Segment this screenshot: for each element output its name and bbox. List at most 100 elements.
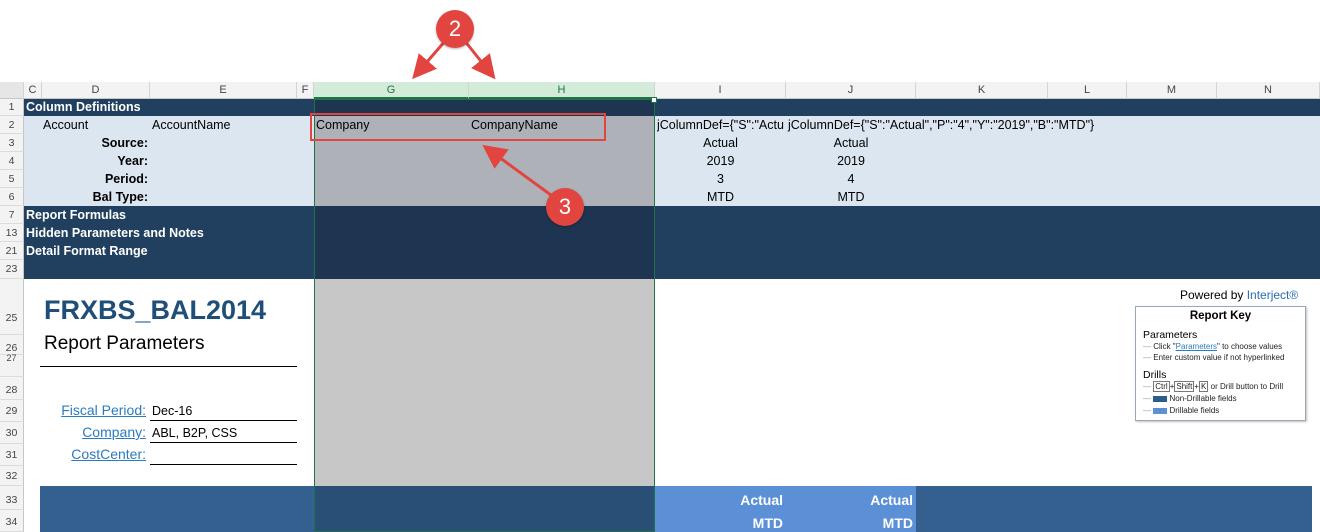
column-header-h[interactable]: H — [469, 82, 655, 99]
row-header[interactable]: 2 — [0, 116, 24, 134]
column-header-f[interactable]: F — [297, 82, 314, 99]
parameters-link[interactable]: Parameters — [1176, 342, 1217, 351]
row-header[interactable]: 26 — [0, 335, 24, 355]
row-header[interactable]: 31 — [0, 444, 24, 466]
highlight-rectangle — [310, 113, 606, 141]
row-header[interactable]: 1 — [0, 99, 24, 116]
hidden-columns-gray — [314, 279, 655, 486]
line1-prefix: Click " — [1153, 342, 1176, 351]
registered-mark: ® — [1289, 288, 1299, 302]
row-header[interactable]: 30 — [0, 422, 24, 444]
powered-by: Powered by Interject® — [1180, 288, 1298, 302]
row-header[interactable]: 32 — [0, 466, 24, 486]
row-header[interactable]: 34 — [0, 510, 24, 532]
row-header[interactable]: 23 — [0, 260, 24, 279]
column-header-n[interactable]: N — [1217, 82, 1320, 99]
k-key: K — [1199, 381, 1209, 392]
j-source[interactable]: Actual — [786, 136, 916, 150]
i-year[interactable]: 2019 — [655, 154, 786, 168]
i-bal-type[interactable]: MTD — [655, 190, 786, 204]
row-header[interactable]: 33 — [0, 486, 24, 510]
line1-suffix: " to choose values — [1217, 342, 1283, 351]
row-header[interactable]: 28 — [0, 377, 24, 400]
step-3-marker: 3 — [546, 188, 584, 226]
report-key-line2: — Enter custom value if not hyperlinked — [1143, 353, 1285, 362]
row-header[interactable]: 3 — [0, 134, 24, 152]
source-label: Source: — [101, 136, 148, 150]
cost-center-link[interactable]: CostCenter: — [42, 446, 146, 462]
select-all-corner[interactable] — [0, 82, 24, 99]
period-label: Period: — [104, 172, 148, 186]
j-actual-header[interactable]: Actual — [786, 492, 913, 508]
j-period[interactable]: 4 — [786, 172, 916, 186]
drillable-swatch — [1153, 407, 1168, 414]
drill-line-text: or Drill button to Drill — [1210, 382, 1284, 391]
cost-center-underline — [150, 464, 297, 465]
non-drillable-text: Non-Drillable fields — [1169, 394, 1237, 403]
i-actual-header[interactable]: Actual — [655, 492, 783, 508]
column-header-d[interactable]: D — [42, 82, 150, 99]
column-header-j[interactable]: J — [786, 82, 916, 99]
bal-type-label: Bal Type: — [92, 190, 148, 204]
report-formulas-title: Report Formulas — [26, 208, 127, 222]
fiscal-period-underline — [150, 420, 297, 421]
column-header-c[interactable]: C — [24, 82, 42, 99]
non-drillable-swatch — [1153, 395, 1168, 402]
report-parameters-heading: Report Parameters — [44, 333, 205, 354]
row-header[interactable]: 5 — [0, 170, 24, 188]
line2-text: Enter custom value if not hyperlinked — [1153, 353, 1285, 362]
i-mtd-header[interactable]: MTD — [655, 515, 783, 531]
fiscal-period-link[interactable]: Fiscal Period: — [42, 402, 146, 418]
fill-handle[interactable] — [651, 97, 657, 103]
hidden-parameters-title: Hidden Parameters and Notes — [26, 226, 204, 240]
report-key-box: Report Key Parameters — Click "Parameter… — [1135, 306, 1306, 421]
account-column-name[interactable]: Account — [43, 118, 88, 132]
column-header-m[interactable]: M — [1127, 82, 1217, 99]
detail-format-title: Detail Format Range — [26, 244, 148, 258]
report-key-title: Report Key — [1189, 310, 1252, 322]
row-header[interactable]: 13 — [0, 224, 24, 242]
i-source[interactable]: Actual — [655, 136, 786, 150]
company-value[interactable]: ABL, B2P, CSS — [152, 426, 237, 440]
column-definitions-title: Column Definitions — [26, 100, 141, 114]
row-header[interactable]: 27 — [0, 354, 24, 377]
column-header-i[interactable]: I — [655, 82, 786, 99]
column-header-e[interactable]: E — [150, 82, 297, 99]
company-link[interactable]: Company: — [42, 424, 146, 440]
annotation-arrows — [412, 39, 496, 80]
hidden-columns-header — [314, 486, 655, 532]
row-header[interactable]: 21 — [0, 242, 24, 260]
column-header-l[interactable]: L — [1048, 82, 1127, 99]
column-def-i[interactable]: jColumnDef={"S":"Actu — [657, 118, 786, 132]
j-year[interactable]: 2019 — [786, 154, 916, 168]
shift-key: Shift — [1174, 381, 1195, 392]
report-title: FRXBS_BAL2014 — [44, 295, 267, 325]
ctrl-key: Ctrl — [1153, 381, 1170, 392]
row-header[interactable]: 4 — [0, 152, 24, 170]
row-header[interactable]: 29 — [0, 400, 24, 422]
account-name-column[interactable]: AccountName — [152, 118, 231, 132]
j-mtd-header[interactable]: MTD — [786, 515, 913, 531]
report-key-drills: Drills — [1143, 369, 1167, 381]
row-header[interactable]: 6 — [0, 188, 24, 206]
column-header-g[interactable]: G — [314, 82, 469, 99]
row-header[interactable]: 7 — [0, 206, 24, 224]
drillable-text: Drillable fields — [1169, 406, 1220, 415]
report-key-drill-line: — Ctrl + Shift + K or Drill button to Drill — [1143, 381, 1284, 392]
i-period[interactable]: 3 — [655, 172, 786, 186]
report-key-drillable: — Drillable fields — [1143, 406, 1220, 415]
column-def-j[interactable]: jColumnDef={"S":"Actual","P":"4","Y":"20… — [788, 118, 1094, 132]
j-bal-type[interactable]: MTD — [786, 190, 916, 204]
heading-underline — [40, 366, 297, 367]
report-key-line1: — Click "Parameters" to choose values — [1143, 342, 1283, 351]
column-header-k[interactable]: K — [916, 82, 1048, 99]
report-key-parameters: Parameters — [1143, 329, 1198, 341]
selected-gh-formulas — [314, 206, 655, 279]
fiscal-period-value[interactable]: Dec-16 — [152, 404, 192, 418]
powered-by-prefix: Powered by — [1180, 288, 1247, 302]
interject-brand: Interject — [1246, 288, 1290, 302]
column-definitions-band — [24, 99, 1320, 116]
company-underline — [150, 442, 297, 443]
formula-sections-band — [24, 206, 1320, 279]
row-header[interactable]: 25 — [0, 279, 24, 335]
